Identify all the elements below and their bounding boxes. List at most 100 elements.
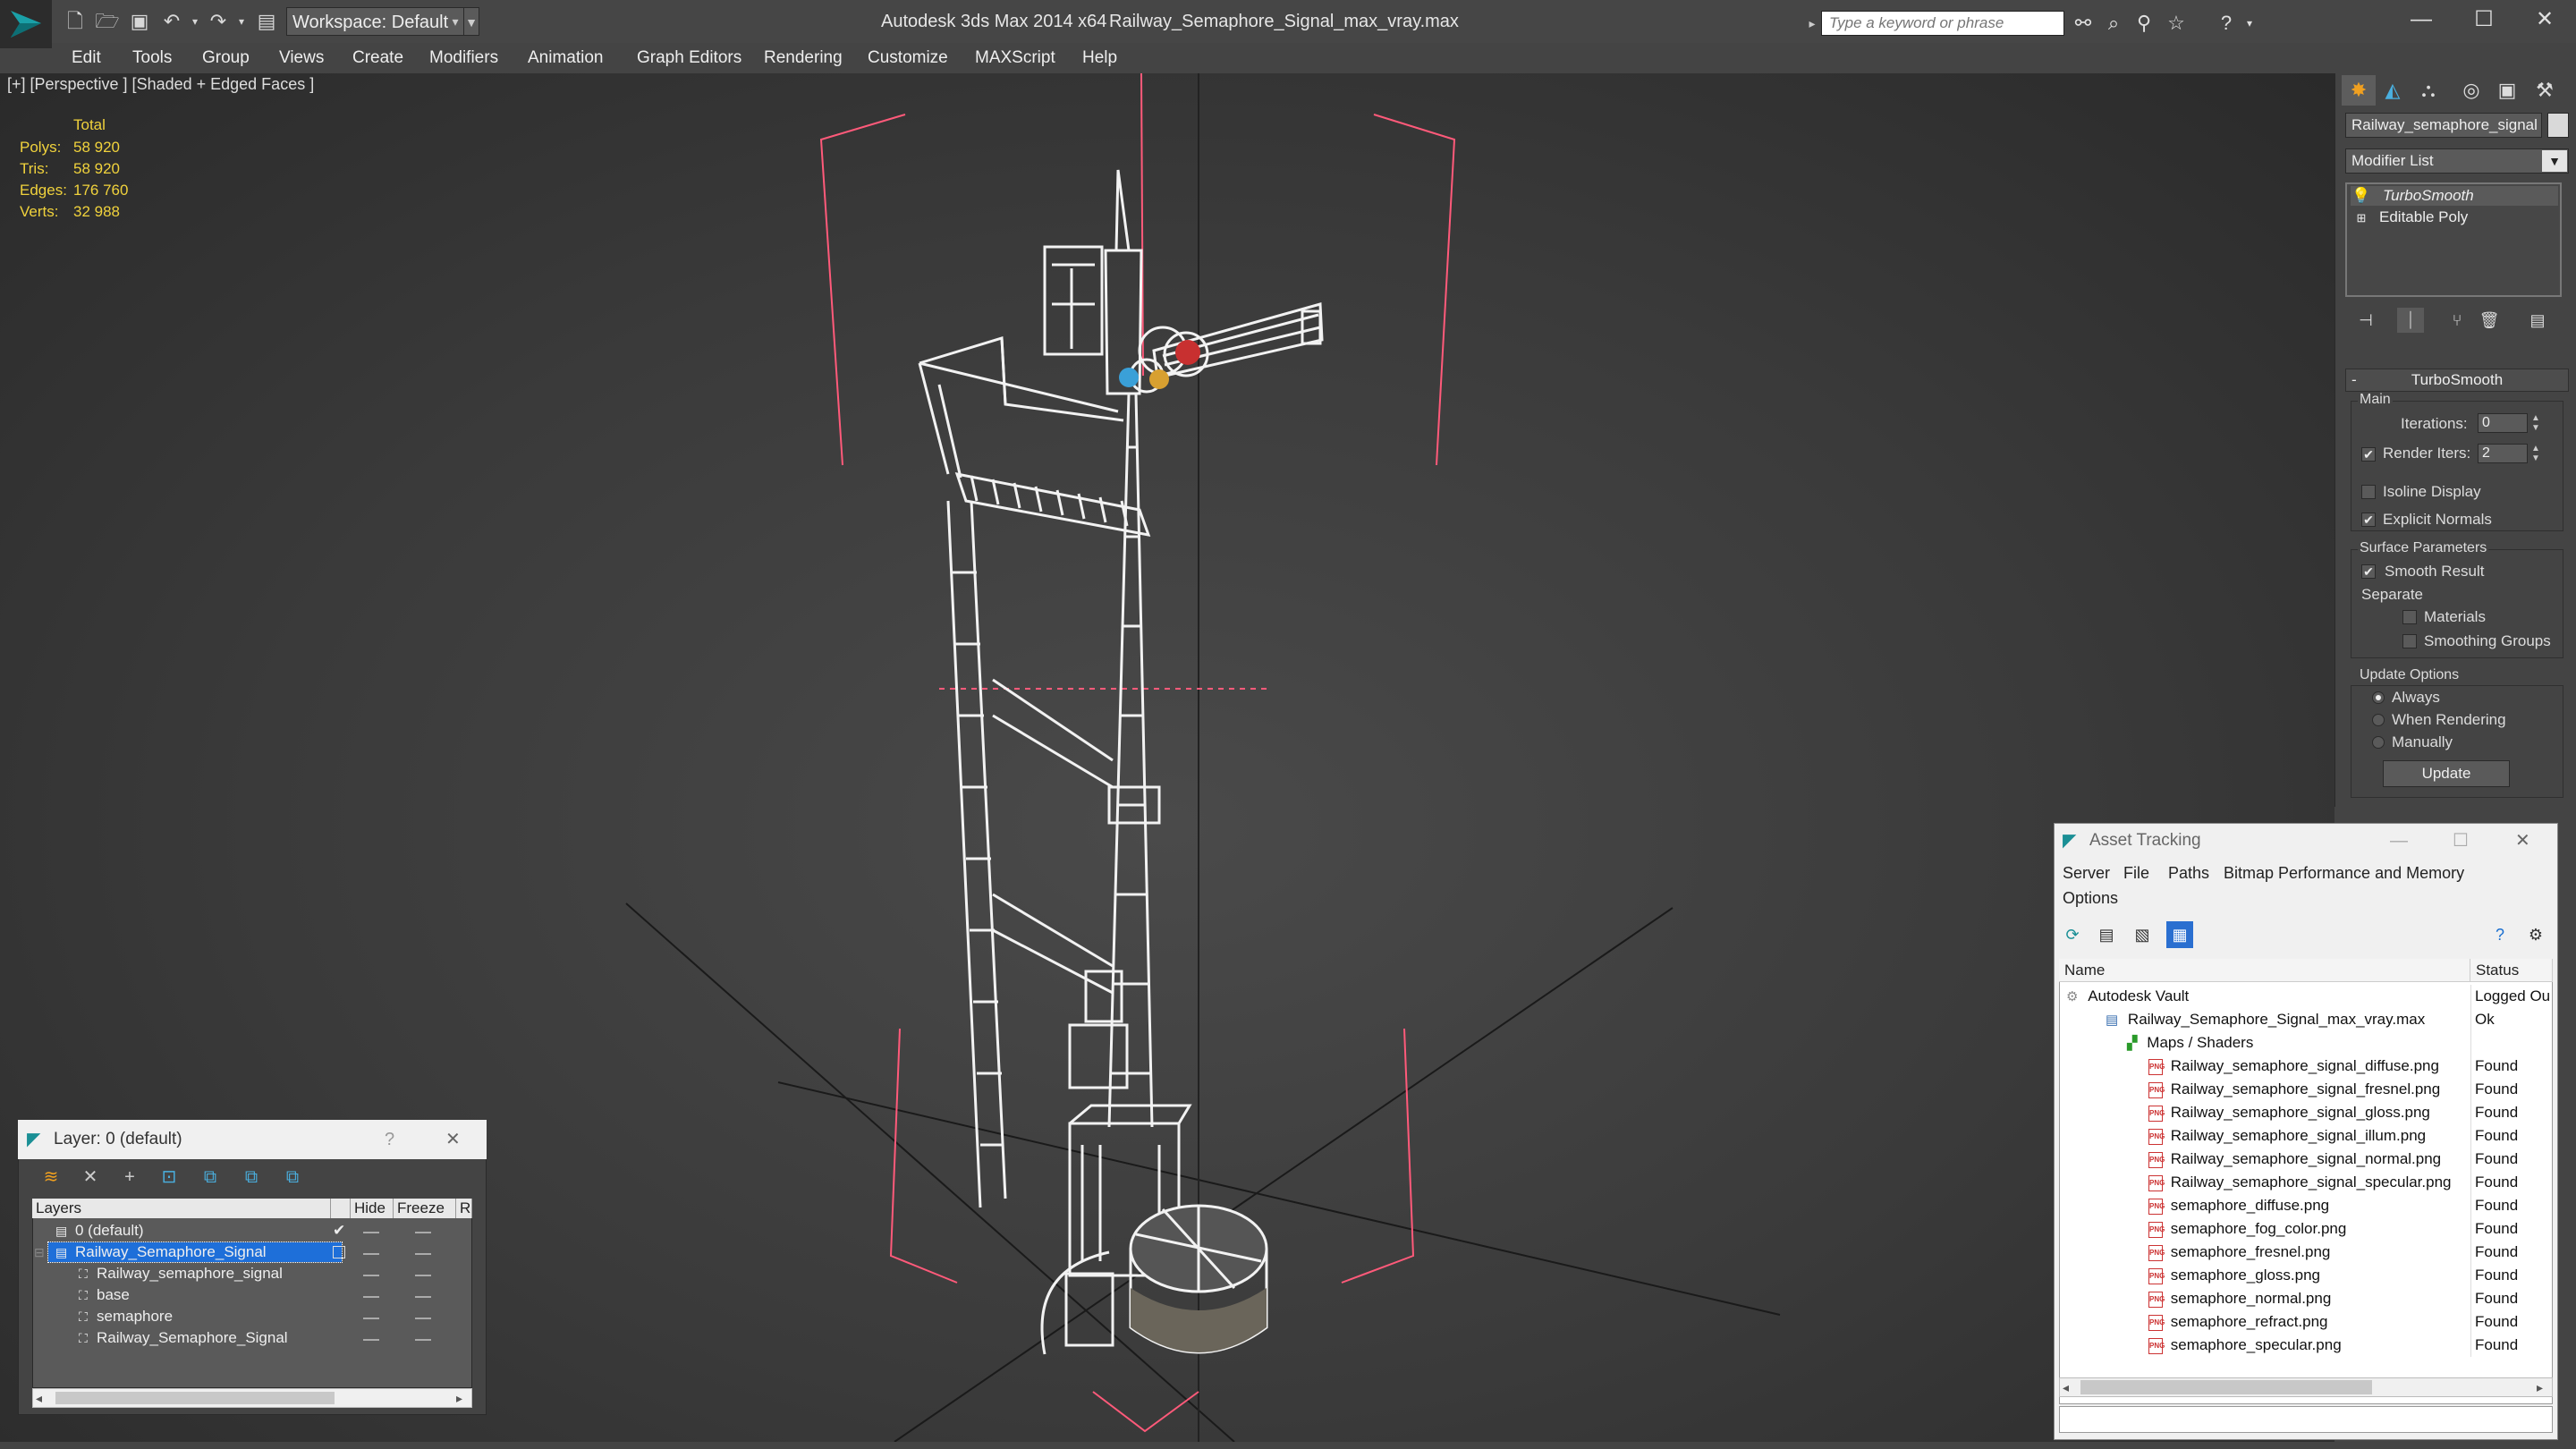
freeze-toggle[interactable] bbox=[415, 1318, 431, 1319]
asset-close-icon[interactable]: ✕ bbox=[2515, 823, 2530, 859]
configure-modifier-sets-icon[interactable]: ▤ bbox=[2524, 308, 2551, 333]
asset-row-texture[interactable]: PNG Railway_semaphore_signal_diffuse.png bbox=[2148, 1055, 2439, 1078]
select-objects-icon[interactable]: ⊡ bbox=[154, 1165, 184, 1190]
menu-help[interactable]: Help bbox=[1082, 43, 1117, 73]
modifier-list-chevron-down-icon[interactable]: ▼ bbox=[2542, 150, 2567, 172]
object-row-semaphore[interactable]: ⛶ semaphore bbox=[34, 1306, 470, 1327]
asset-scroll-right-icon[interactable]: ▸ bbox=[2537, 1377, 2543, 1397]
menu-views[interactable]: Views bbox=[279, 43, 324, 73]
iterations-spinner-arrows-icon[interactable]: ▲ ▼ bbox=[2529, 413, 2542, 433]
new-layer-icon[interactable]: ≋ bbox=[36, 1165, 66, 1190]
save-file-icon[interactable]: ▣ bbox=[127, 9, 152, 34]
make-unique-icon[interactable]: ⑂ bbox=[2444, 308, 2470, 333]
hide-toggle[interactable] bbox=[363, 1318, 379, 1319]
open-file-icon[interactable]: 🗁 bbox=[95, 9, 120, 34]
asset-menu-file[interactable]: File bbox=[2123, 860, 2149, 886]
asset-scrollbar-thumb[interactable] bbox=[2080, 1380, 2372, 1394]
smooth-result-checkbox[interactable]: ✔ bbox=[2361, 564, 2376, 579]
object-row-base[interactable]: ⛶ base bbox=[34, 1284, 470, 1306]
asset-row-texture[interactable]: PNG Railway_semaphore_signal_fresnel.png bbox=[2148, 1078, 2440, 1101]
asset-row-texture[interactable]: PNG Railway_semaphore_signal_illum.png bbox=[2148, 1124, 2426, 1148]
asset-row-max-file[interactable]: ▤ Railway_Semaphore_Signal_max_vray.max bbox=[2106, 1008, 2425, 1031]
menu-group[interactable]: Group bbox=[202, 43, 250, 73]
pin-stack-icon[interactable]: ⊣ bbox=[2352, 308, 2379, 333]
viewport-label[interactable]: [+] [Perspective ] [Shaded + Edged Faces… bbox=[7, 75, 314, 94]
menu-animation[interactable]: Animation bbox=[528, 43, 604, 73]
collapse-icon[interactable]: ⊟ bbox=[34, 1241, 45, 1263]
menu-create[interactable]: Create bbox=[352, 43, 403, 73]
rollout-turbosmooth-header[interactable]: - TurboSmooth bbox=[2345, 369, 2569, 392]
freeze-all-layers-icon[interactable]: ⧉ bbox=[277, 1165, 308, 1190]
tab-utilities-icon[interactable]: ⚒ bbox=[2528, 75, 2562, 106]
customize-toolbar-chevron-icon[interactable]: ▼ bbox=[463, 7, 479, 36]
workspace-chevron-down-icon[interactable]: ▾ bbox=[445, 7, 465, 36]
delete-layer-icon[interactable]: ✕ bbox=[75, 1165, 106, 1190]
favorites-star-icon[interactable]: ☆ bbox=[2163, 11, 2190, 36]
layers-column-header[interactable]: Layers bbox=[32, 1199, 331, 1218]
asset-scroll-left-icon[interactable]: ◂ bbox=[2063, 1377, 2069, 1397]
hide-toggle[interactable] bbox=[363, 1339, 379, 1341]
layer-close-icon[interactable]: ✕ bbox=[445, 1120, 461, 1159]
list-view-icon[interactable]: ▤ bbox=[2093, 921, 2120, 948]
name-column-header[interactable]: Name bbox=[2059, 959, 2470, 982]
menu-tools[interactable]: Tools bbox=[132, 43, 172, 73]
app-logo-button[interactable] bbox=[0, 0, 52, 48]
highlight-layer-icon[interactable]: ⧉ bbox=[195, 1165, 225, 1190]
asset-minimize-icon[interactable]: — bbox=[2390, 823, 2408, 859]
current-layer-check-icon[interactable]: ✔ bbox=[333, 1220, 345, 1241]
render-iters-spinner-arrows-icon[interactable]: ▲ ▼ bbox=[2529, 444, 2542, 463]
table-view-icon[interactable]: ▦ bbox=[2166, 921, 2193, 948]
manually-radio[interactable] bbox=[2372, 736, 2385, 749]
freeze-toggle[interactable] bbox=[415, 1339, 431, 1341]
explicit-normals-checkbox[interactable]: ✔ bbox=[2361, 513, 2376, 527]
menu-graph-editors[interactable]: Graph Editors bbox=[637, 43, 741, 73]
always-radio[interactable] bbox=[2372, 691, 2385, 704]
expand-plus-icon[interactable]: ⊞ bbox=[2351, 208, 2372, 228]
smoothing-groups-checkbox[interactable] bbox=[2402, 634, 2417, 648]
hide-toggle[interactable] bbox=[363, 1253, 379, 1255]
close-icon[interactable]: ✕ bbox=[2513, 0, 2576, 39]
hide-toggle[interactable] bbox=[363, 1296, 379, 1298]
menu-maxscript[interactable]: MAXScript bbox=[975, 43, 1055, 73]
asset-row-texture[interactable]: PNG semaphore_normal.png bbox=[2148, 1287, 2331, 1310]
search-expand-icon[interactable]: ▸ bbox=[1803, 11, 1821, 36]
asset-menu-paths[interactable]: Paths bbox=[2168, 860, 2209, 886]
search-input[interactable] bbox=[1821, 11, 2064, 36]
maximize-icon[interactable]: ☐ bbox=[2453, 0, 2515, 39]
render-iters-checkbox[interactable]: ✔ bbox=[2361, 447, 2376, 462]
freeze-column-header[interactable]: Freeze bbox=[394, 1199, 456, 1218]
tab-motion-icon[interactable]: ◎ bbox=[2454, 75, 2488, 106]
tab-display-icon[interactable]: ▣ bbox=[2490, 75, 2524, 106]
asset-row-texture[interactable]: PNG Railway_semaphore_signal_specular.pn… bbox=[2148, 1171, 2452, 1194]
workspace-selector[interactable]: Workspace: Default bbox=[286, 7, 465, 36]
isoline-display-checkbox[interactable] bbox=[2361, 485, 2376, 499]
new-file-icon[interactable]: 🗋 bbox=[63, 9, 88, 34]
tab-create-icon[interactable]: ✸ bbox=[2342, 75, 2376, 106]
subscription-icon[interactable]: ⌕ bbox=[2100, 11, 2127, 36]
menu-modifiers[interactable]: Modifiers bbox=[429, 43, 498, 73]
asset-menu-server[interactable]: Server bbox=[2063, 860, 2110, 886]
tab-modify-icon[interactable]: ◭ bbox=[2376, 75, 2410, 106]
stack-item-editable-poly[interactable]: ⊞ Editable Poly bbox=[2351, 208, 2558, 227]
asset-row-texture[interactable]: PNG Railway_semaphore_signal_normal.png bbox=[2148, 1148, 2441, 1171]
hide-column-header[interactable]: Hide bbox=[351, 1199, 394, 1218]
asset-row-texture[interactable]: PNG semaphore_diffuse.png bbox=[2148, 1194, 2329, 1217]
add-to-layer-icon[interactable]: + bbox=[114, 1165, 145, 1190]
asset-row-maps-shaders[interactable]: ▞ Maps / Shaders bbox=[2127, 1031, 2253, 1055]
asset-row-texture[interactable]: PNG semaphore_specular.png bbox=[2148, 1334, 2342, 1357]
object-color-swatch[interactable] bbox=[2547, 113, 2569, 138]
asset-row-texture[interactable]: PNG semaphore_fresnel.png bbox=[2148, 1241, 2330, 1264]
freeze-toggle[interactable] bbox=[415, 1253, 431, 1255]
project-folder-icon[interactable]: ▤ bbox=[254, 9, 279, 34]
object-name-field[interactable]: Railway_semaphore_signal bbox=[2345, 113, 2542, 138]
object-row-railway-semaphore-signal[interactable]: ⛶ Railway_semaphore_signal bbox=[34, 1263, 470, 1284]
materials-checkbox[interactable] bbox=[2402, 610, 2417, 624]
scroll-left-icon[interactable]: ◂ bbox=[36, 1388, 42, 1408]
menu-edit[interactable]: Edit bbox=[72, 43, 101, 73]
asset-row-texture[interactable]: PNG semaphore_fog_color.png bbox=[2148, 1217, 2346, 1241]
stack-item-turbosmooth[interactable]: 💡 TurboSmooth bbox=[2351, 186, 2558, 206]
tab-hierarchy-icon[interactable]: ⛬ bbox=[2411, 75, 2445, 106]
asset-row-vault[interactable]: ⚙ Autodesk Vault bbox=[2066, 985, 2189, 1008]
current-layer-box-icon[interactable] bbox=[333, 1246, 345, 1258]
redo-dropdown-icon[interactable]: ▾ bbox=[229, 9, 254, 34]
